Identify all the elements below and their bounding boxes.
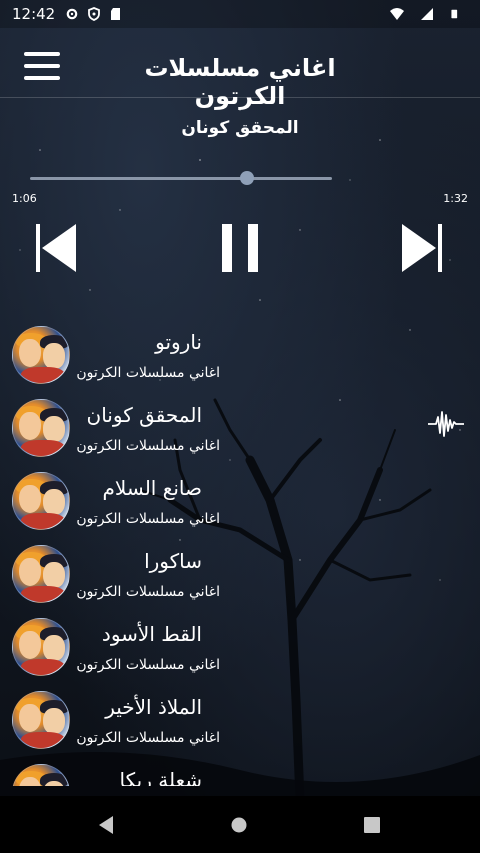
song-thumbnail bbox=[12, 399, 70, 457]
song-subtitle: اغاني مسلسلات الكرتون bbox=[76, 438, 220, 454]
song-thumbnail bbox=[12, 545, 70, 603]
shield-icon bbox=[88, 7, 101, 21]
playlist-item[interactable]: شعلة ريكا bbox=[0, 758, 480, 786]
song-subtitle: اغاني مسلسلات الكرتون bbox=[76, 730, 220, 746]
playlist-item[interactable]: الملاذ الأخير اغاني مسلسلات الكرتون bbox=[0, 685, 480, 758]
song-thumbnail bbox=[12, 764, 70, 786]
song-title: القط الأسود bbox=[101, 622, 202, 646]
playlist-item[interactable]: ناروتو اغاني مسلسلات الكرتون bbox=[0, 320, 480, 393]
playlist-item[interactable]: ساكورا اغاني مسلسلات الكرتون bbox=[0, 539, 480, 612]
song-subtitle: اغاني مسلسلات الكرتون bbox=[76, 657, 220, 673]
playlist-item[interactable]: القط الأسود اغاني مسلسلات الكرتون bbox=[0, 612, 480, 685]
playlist-item[interactable]: صانع السلام اغاني مسلسلات الكرتون bbox=[0, 466, 480, 539]
song-title: شعلة ريكا bbox=[119, 768, 202, 786]
skip-next-icon[interactable] bbox=[402, 224, 444, 272]
song-thumbnail bbox=[12, 618, 70, 676]
now-playing-title: المحقق كونان bbox=[181, 118, 299, 138]
battery-icon bbox=[451, 9, 458, 19]
app-title: اغاني مسلسلات الكرتون bbox=[144, 54, 336, 110]
song-subtitle: اغاني مسلسلات الكرتون bbox=[76, 365, 220, 381]
status-bar: 12:42 bbox=[0, 0, 480, 28]
playlist: ناروتو اغاني مسلسلات الكرتون المحقق كونان ا… bbox=[0, 320, 480, 786]
menu-icon[interactable] bbox=[24, 52, 60, 80]
song-subtitle: اغاني مسلسلات الكرتون bbox=[76, 511, 220, 527]
seek-bar[interactable] bbox=[30, 177, 332, 180]
home-icon[interactable] bbox=[231, 817, 247, 833]
playlist-item[interactable]: المحقق كونان اغاني مسلسلات الكرتون bbox=[0, 393, 480, 466]
navigation-bar bbox=[0, 796, 480, 853]
total-duration: 1:32 bbox=[443, 192, 468, 205]
recents-icon[interactable] bbox=[364, 817, 380, 833]
back-icon[interactable] bbox=[97, 815, 115, 835]
song-subtitle: اغاني مسلسلات الكرتون bbox=[76, 584, 220, 600]
song-title: الملاذ الأخير bbox=[105, 695, 202, 719]
song-title: ناروتو bbox=[155, 330, 202, 354]
elapsed-time: 1:06 bbox=[12, 192, 37, 205]
song-title: ساكورا bbox=[144, 549, 202, 573]
now-playing-waveform-icon bbox=[428, 411, 464, 437]
song-thumbnail bbox=[12, 472, 70, 530]
song-thumbnail bbox=[12, 691, 70, 749]
song-title: صانع السلام bbox=[102, 476, 202, 500]
pause-icon[interactable] bbox=[222, 224, 258, 272]
app-bar: اغاني مسلسلات الكرتون bbox=[0, 28, 480, 110]
seek-thumb[interactable] bbox=[239, 171, 254, 185]
sd-card-icon bbox=[111, 8, 121, 20]
skip-previous-icon[interactable] bbox=[36, 224, 78, 272]
gear-icon bbox=[66, 8, 78, 20]
wifi-icon bbox=[390, 8, 404, 20]
status-time: 12:42 bbox=[12, 5, 56, 23]
signal-icon bbox=[421, 8, 433, 20]
song-thumbnail bbox=[12, 326, 70, 384]
song-title: المحقق كونان bbox=[86, 403, 202, 427]
